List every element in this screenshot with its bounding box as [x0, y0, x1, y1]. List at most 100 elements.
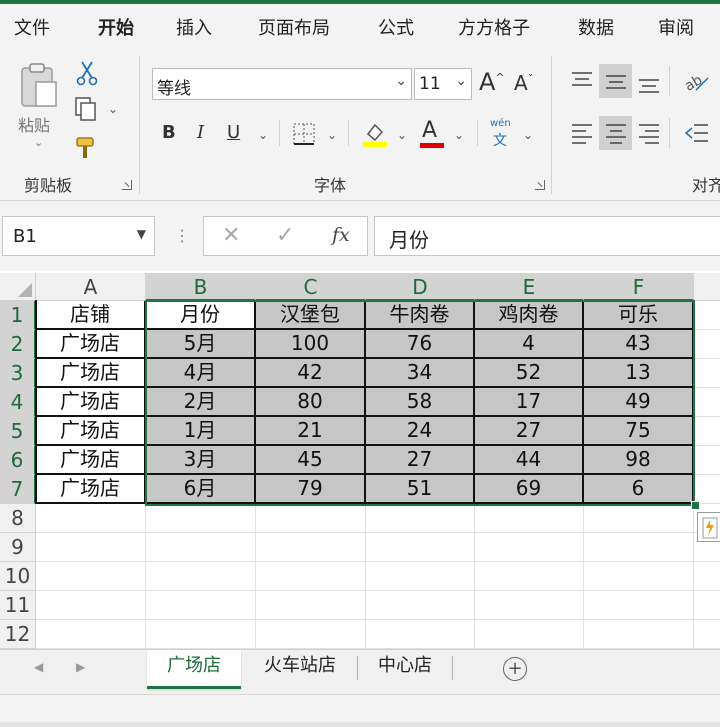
cell-c5[interactable]: 21 [256, 417, 366, 446]
font-color-dropdown-icon[interactable]: ⌄ [454, 128, 464, 142]
cell-e4[interactable]: 17 [475, 388, 584, 417]
cell-d4[interactable]: 58 [366, 388, 475, 417]
tab-file[interactable]: 文件 [14, 14, 50, 40]
phonetic-guide-icon[interactable]: 文 [493, 130, 507, 150]
row-header-12[interactable]: 12 [0, 620, 36, 649]
copy-icon[interactable] [74, 96, 98, 122]
cell-f12[interactable] [584, 620, 694, 649]
cell-c6[interactable]: 45 [256, 446, 366, 475]
row-header-1[interactable]: 1 [0, 301, 36, 330]
cell-g10[interactable] [694, 562, 720, 591]
quick-analysis-button[interactable] [697, 512, 720, 542]
fill-color-icon[interactable] [362, 120, 388, 148]
cell-e7[interactable]: 69 [475, 475, 584, 504]
cell-a4[interactable]: 广场店 [36, 388, 146, 417]
cell-b7[interactable]: 6月 [146, 475, 256, 504]
cell-f8[interactable] [584, 504, 694, 533]
font-color-button[interactable]: A [422, 118, 437, 143]
cell-d8[interactable] [366, 504, 475, 533]
italic-button[interactable]: I [197, 122, 204, 143]
cell-b1[interactable]: 月份 [146, 301, 256, 330]
cell-a3[interactable]: 广场店 [36, 359, 146, 388]
sheet-tab-guangchang[interactable]: 广场店 [147, 650, 241, 689]
insert-function-icon[interactable]: fx [332, 224, 350, 246]
row-header-10[interactable]: 10 [0, 562, 36, 591]
decrease-font-size-icon[interactable]: Aˇ [514, 71, 533, 95]
cell-c1[interactable]: 汉堡包 [256, 301, 366, 330]
cell-b4[interactable]: 2月 [146, 388, 256, 417]
cell-e5[interactable]: 27 [475, 417, 584, 446]
cell-a2[interactable]: 广场店 [36, 330, 146, 359]
cell-g3[interactable] [694, 359, 720, 388]
cell-a12[interactable] [36, 620, 146, 649]
row-header-5[interactable]: 5 [0, 417, 36, 446]
clipboard-launcher-icon[interactable] [122, 180, 132, 190]
phonetic-dropdown-icon[interactable]: ⌄ [523, 128, 533, 142]
cell-d10[interactable] [366, 562, 475, 591]
cell-g6[interactable] [694, 446, 720, 475]
cell-d1[interactable]: 牛肉卷 [366, 301, 475, 330]
cell-a11[interactable] [36, 591, 146, 620]
copy-dropdown-icon[interactable]: ⌄ [108, 102, 118, 116]
cell-b11[interactable] [146, 591, 256, 620]
cell-c4[interactable]: 80 [256, 388, 366, 417]
cell-b3[interactable]: 4月 [146, 359, 256, 388]
tab-formulas[interactable]: 公式 [378, 14, 414, 40]
column-header-e[interactable]: E [475, 273, 584, 301]
align-left-icon[interactable] [570, 122, 594, 144]
cell-g12[interactable] [694, 620, 720, 649]
scroll-tabs-left-icon[interactable]: ◀ [34, 660, 43, 674]
cell-e10[interactable] [475, 562, 584, 591]
cell-e9[interactable] [475, 533, 584, 562]
more-options-icon[interactable]: ⋮ [174, 226, 190, 245]
cell-c11[interactable] [256, 591, 366, 620]
font-name-combo[interactable]: 等线 ⌄ [152, 68, 412, 100]
cell-d12[interactable] [366, 620, 475, 649]
cell-b6[interactable]: 3月 [146, 446, 256, 475]
row-header-7[interactable]: 7 [0, 475, 36, 504]
border-dropdown-icon[interactable]: ⌄ [327, 128, 337, 142]
format-painter-icon[interactable] [74, 134, 100, 160]
fill-handle[interactable] [691, 501, 700, 510]
cell-f6[interactable]: 98 [584, 446, 694, 475]
decrease-indent-icon[interactable] [684, 122, 710, 144]
row-header-3[interactable]: 3 [0, 359, 36, 388]
cell-a9[interactable] [36, 533, 146, 562]
cell-f9[interactable] [584, 533, 694, 562]
cell-g2[interactable] [694, 330, 720, 359]
align-right-icon[interactable] [637, 122, 661, 144]
cell-b8[interactable] [146, 504, 256, 533]
align-bottom-icon[interactable] [637, 74, 661, 96]
row-header-8[interactable]: 8 [0, 504, 36, 533]
tab-home[interactable]: 开始 [98, 14, 134, 40]
cell-g11[interactable] [694, 591, 720, 620]
cell-a8[interactable] [36, 504, 146, 533]
row-header-9[interactable]: 9 [0, 533, 36, 562]
cancel-icon[interactable]: ✕ [222, 223, 240, 248]
cell-f7[interactable]: 6 [584, 475, 694, 504]
border-icon[interactable] [292, 122, 316, 146]
font-size-combo[interactable]: 11 ⌄ [414, 68, 472, 100]
cell-g5[interactable] [694, 417, 720, 446]
cell-f5[interactable]: 75 [584, 417, 694, 446]
row-header-11[interactable]: 11 [0, 591, 36, 620]
cell-a1[interactable]: 店铺 [36, 301, 146, 330]
column-header-d[interactable]: D [366, 273, 475, 301]
tab-page-layout[interactable]: 页面布局 [258, 14, 330, 40]
cell-b10[interactable] [146, 562, 256, 591]
column-header-a[interactable]: A [36, 273, 146, 301]
cell-a5[interactable]: 广场店 [36, 417, 146, 446]
cell-d11[interactable] [366, 591, 475, 620]
cell-e2[interactable]: 4 [475, 330, 584, 359]
font-launcher-icon[interactable] [535, 180, 545, 190]
cell-a10[interactable] [36, 562, 146, 591]
increase-font-size-icon[interactable]: A^ [479, 68, 505, 96]
enter-icon[interactable]: ✓ [276, 223, 294, 248]
select-all-button[interactable] [0, 273, 36, 301]
row-header-4[interactable]: 4 [0, 388, 36, 417]
cell-d3[interactable]: 34 [366, 359, 475, 388]
cell-a7[interactable]: 广场店 [36, 475, 146, 504]
cell-d2[interactable]: 76 [366, 330, 475, 359]
cell-d7[interactable]: 51 [366, 475, 475, 504]
chevron-down-icon[interactable]: ▼ [137, 227, 146, 241]
